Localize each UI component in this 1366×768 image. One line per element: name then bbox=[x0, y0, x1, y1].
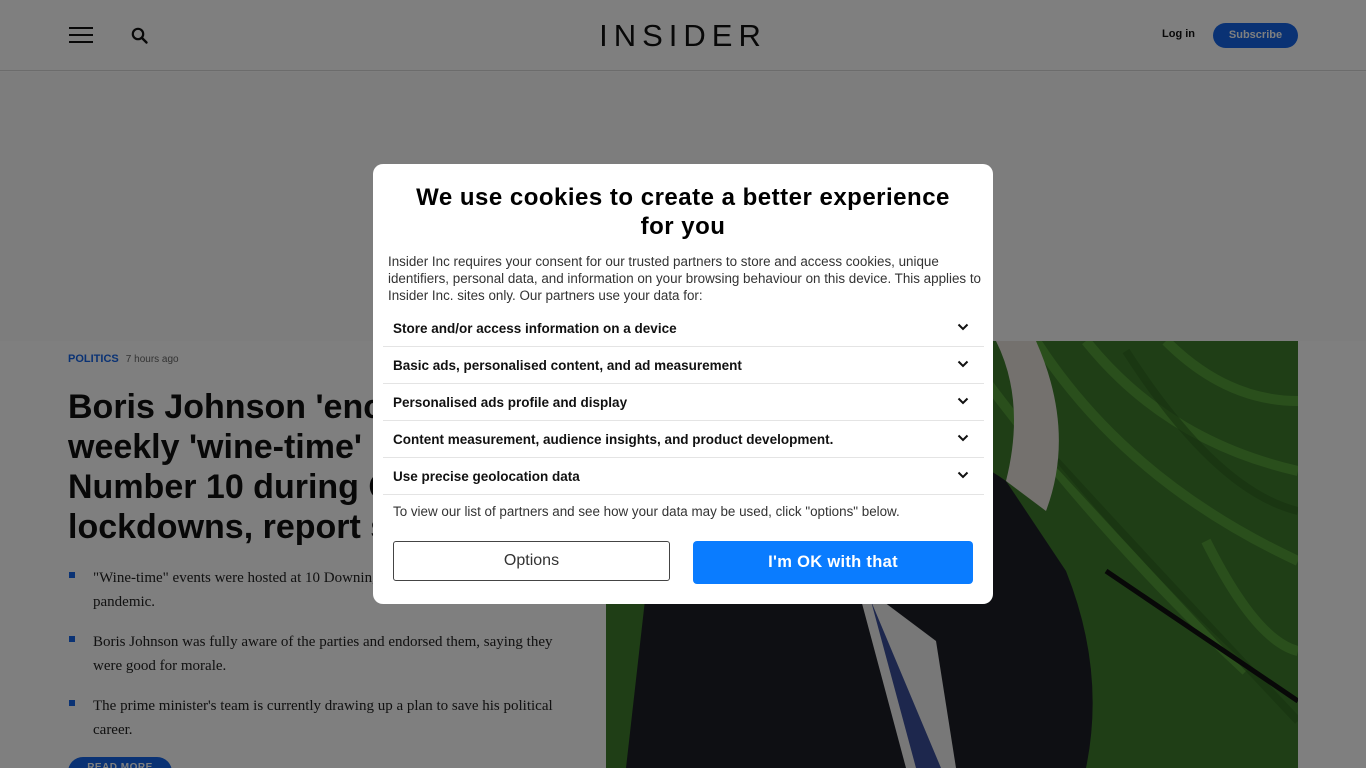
purpose-label: Use precise geolocation data bbox=[393, 469, 580, 484]
options-button[interactable]: Options bbox=[393, 541, 670, 581]
chevron-down-icon[interactable] bbox=[956, 394, 970, 408]
purpose-label: Store and/or access information on a dev… bbox=[393, 321, 677, 336]
partners-note: To view our list of partners and see how… bbox=[393, 504, 900, 519]
purpose-label: Personalised ads profile and display bbox=[393, 395, 628, 410]
purpose-item-basic-ads[interactable]: Basic ads, personalised content, and ad … bbox=[383, 347, 984, 384]
consent-title: We use cookies to create a better experi… bbox=[416, 184, 950, 240]
purpose-item-content-measurement[interactable]: Content measurement, audience insights, … bbox=[383, 421, 984, 458]
chevron-down-icon[interactable] bbox=[956, 320, 970, 334]
purpose-item-geolocation[interactable]: Use precise geolocation data bbox=[383, 458, 984, 495]
chevron-down-icon[interactable] bbox=[956, 431, 970, 445]
accept-cookies-button[interactable]: I'm OK with that bbox=[693, 541, 973, 584]
chevron-down-icon[interactable] bbox=[956, 357, 970, 371]
purpose-item-device-storage[interactable]: Store and/or access information on a dev… bbox=[383, 310, 984, 347]
chevron-down-icon[interactable] bbox=[956, 468, 970, 482]
purpose-label: Content measurement, audience insights, … bbox=[393, 432, 834, 447]
purpose-item-personalised-ads[interactable]: Personalised ads profile and display bbox=[383, 384, 984, 421]
consent-description: Insider Inc requires your consent for ou… bbox=[388, 254, 982, 303]
consent-purpose-list: Store and/or access information on a dev… bbox=[383, 310, 984, 495]
cookie-consent-dialog: We use cookies to create a better experi… bbox=[373, 164, 993, 604]
purpose-label: Basic ads, personalised content, and ad … bbox=[393, 358, 742, 373]
